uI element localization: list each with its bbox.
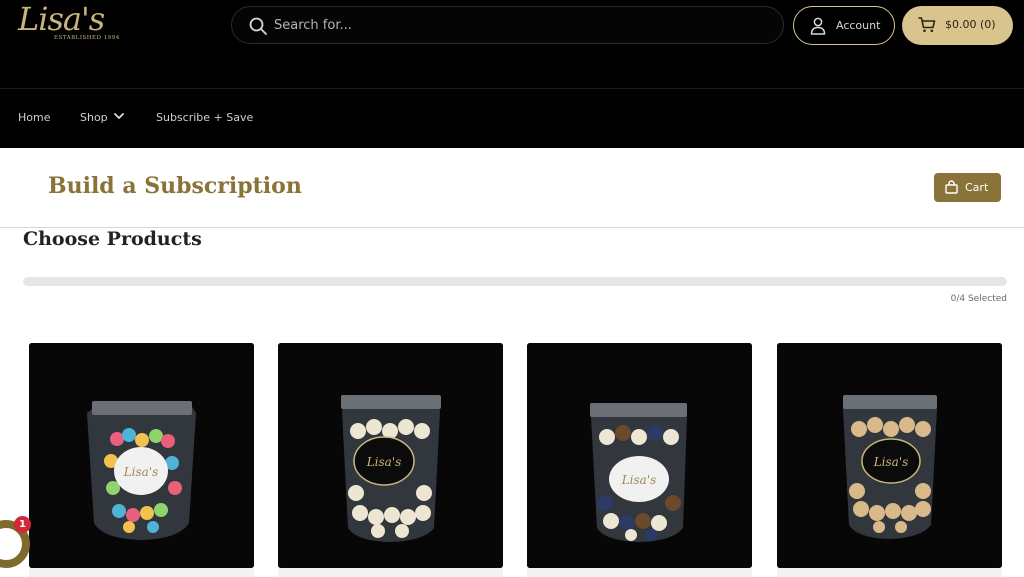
section-title: Choose Products <box>23 228 202 250</box>
logo-tagline: ESTABLISHED 1994 <box>54 35 120 41</box>
popcorn-bag-caramel-icon: Lisa's <box>777 343 1002 568</box>
nav-item-home[interactable]: Home <box>18 111 50 124</box>
search-input[interactable] <box>274 13 754 37</box>
popcorn-bag-white-icon: Lisa's <box>278 343 503 568</box>
popcorn-bag-colorful-icon: Lisa's <box>29 343 254 568</box>
search-bar <box>231 6 784 44</box>
chevron-down-icon[interactable] <box>113 110 125 122</box>
subscription-bar: Build a Subscription Cart <box>0 148 1024 228</box>
notification-badge: 1 <box>14 516 31 533</box>
shopping-bag-icon <box>945 180 958 194</box>
selection-progress-bar <box>23 277 1007 286</box>
product-card-footer <box>278 568 503 577</box>
account-label: Account <box>836 19 881 32</box>
product-card-footer <box>29 568 254 577</box>
logo-script: Lisa's <box>18 0 105 38</box>
svg-text:Lisa's: Lisa's <box>366 455 402 469</box>
page-title: Build a Subscription <box>48 173 302 199</box>
product-card-footer <box>777 568 1002 577</box>
product-card-footer <box>527 568 752 577</box>
user-icon <box>810 17 826 35</box>
product-card[interactable]: Lisa's <box>278 343 503 568</box>
product-card[interactable]: Lisa's <box>527 343 752 568</box>
product-card[interactable]: Lisa's <box>29 343 254 568</box>
nav-item-shop[interactable]: Shop <box>80 111 108 124</box>
product-card[interactable]: Lisa's <box>777 343 1002 568</box>
account-button[interactable]: Account <box>793 6 895 45</box>
cart-total-label: $0.00 (0) <box>945 18 996 31</box>
popcorn-bag-mixed-icon: Lisa's <box>527 343 752 568</box>
selected-count: 0/4 Selected <box>950 294 1007 304</box>
header-cart-button[interactable]: $0.00 (0) <box>902 6 1013 45</box>
search-icon <box>249 17 267 35</box>
shopping-cart-icon <box>918 17 936 33</box>
nav-item-subscribe-save[interactable]: Subscribe + Save <box>156 111 253 124</box>
brand-logo[interactable]: Lisa's ESTABLISHED 1994 <box>14 0 134 50</box>
subscription-cart-button[interactable]: Cart <box>934 173 1001 202</box>
svg-text:Lisa's: Lisa's <box>873 455 909 469</box>
top-header: Lisa's ESTABLISHED 1994 Account $0.00 (0… <box>0 0 1024 88</box>
svg-text:Lisa's: Lisa's <box>621 473 657 487</box>
svg-text:Lisa's: Lisa's <box>123 465 159 479</box>
cart-button-label: Cart <box>965 181 989 194</box>
main-nav: Home Shop Subscribe + Save <box>0 88 1024 148</box>
